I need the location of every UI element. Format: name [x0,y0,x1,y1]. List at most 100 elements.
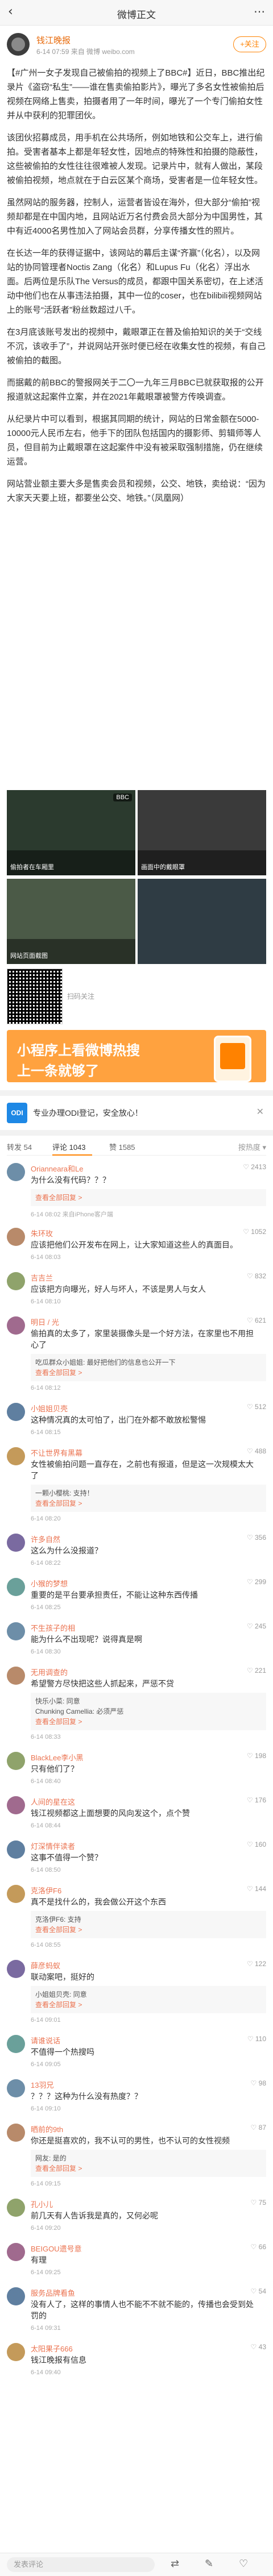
like-count[interactable]: ♡ 245 [247,1622,266,1630]
reply-box[interactable]: 网友: 是的 查看全部回复 > [31,2150,266,2177]
reply-line[interactable]: 吃瓜群众小姐姐: 最好把他们的信息也公开一下 [35,1357,262,1368]
reply-box[interactable]: 小姐姐贝壳: 同意 查看全部回复 > [31,1986,266,2013]
like-count[interactable]: ♡ 87 [251,2124,266,2132]
close-icon[interactable]: ✕ [257,1106,264,1117]
comment-author[interactable]: 灯深情伴读者 [31,1840,75,1851]
like-count[interactable]: ♡ 144 [247,1885,266,1893]
avatar[interactable] [7,2243,25,2261]
avatar[interactable] [7,1447,25,1465]
reply-line[interactable]: 小姐姐贝壳: 同意 [35,1989,262,2000]
like-count[interactable]: ♡ 1052 [243,1228,266,1236]
photo[interactable]: 画面中的戴眼罩 [138,790,266,875]
avatar[interactable] [7,1163,25,1181]
comment-author[interactable]: 不生孩子的相 [31,1622,75,1633]
comment-author[interactable]: 无用调查的 [31,1667,68,1677]
tab-repost[interactable]: 转发 54 [7,1141,32,1152]
view-all-replies-link[interactable]: 查看全部回复 > [35,1925,262,1935]
comment-author[interactable]: Orianneara和Le [31,1163,84,1174]
comment-item[interactable]: BEIGOU遗号意 ♡ 66 有理 6-14 09:25 [7,2243,266,2287]
comment-item[interactable]: 13羽兄 ♡ 98 ？？？这种为什么没有热度？？ 6-14 09:10 [7,2079,266,2124]
follow-button[interactable]: +关注 [233,36,266,52]
avatar[interactable] [7,2079,25,2097]
reply-line[interactable]: 网友: 是的 [35,2153,262,2163]
avatar[interactable] [7,1840,25,1859]
view-all-replies-link[interactable]: 查看全部回复 > [35,1193,262,1203]
view-all-replies-link[interactable]: 查看全部回复 > [35,1498,262,1509]
comment-item[interactable]: 许多自然 ♡ 356 这么为什么没报道？ 6-14 08:22 [7,1534,266,1578]
comment-item[interactable]: Orianneara和Le ♡ 2413 为什么没有代码？？？ 查看全部回复 > 6-1… [7,1163,266,1228]
comment-item[interactable]: 晒前的9th ♡ 87 你还是挺喜欢的，我不认可的男性，也不认可的女性视频 网友: 是… [7,2124,266,2199]
comment-author[interactable]: 太阳果子666 [31,2343,73,2354]
like-count[interactable]: ♡ 198 [247,1752,266,1760]
comment-item[interactable]: 明日 / 光 ♡ 621 偷拍真的太多了，家里装摄像头是一个好方法，在家里也不用担心… [7,1316,266,1403]
comment-author[interactable]: 吉吉兰 [31,1272,53,1283]
like-icon[interactable]: ♡ [239,2558,248,2570]
like-count[interactable]: ♡ 98 [251,2079,266,2087]
avatar[interactable] [7,1228,25,1246]
comment-author[interactable]: 小猴的梦想 [31,1578,68,1589]
avatar[interactable] [7,1667,25,1685]
like-count[interactable]: ♡ 2413 [243,1163,266,1171]
comment-item[interactable]: 人间的星在这 ♡ 176 钱江视频都这上面想要的风向发这个，点个赞 6-14 08:4… [7,1796,266,1840]
like-count[interactable]: ♡ 43 [251,2343,266,2351]
reply-box[interactable]: 一颗小樱桃: 支持！ 查看全部回复 > [31,1485,266,1512]
tab-comment[interactable]: 评论 1043 [52,1141,86,1152]
like-count[interactable]: ♡ 356 [247,1534,266,1542]
reply-box[interactable]: 克洛伊F6: 支持 查看全部回复 > [31,1911,266,1938]
comment-item[interactable]: 不让世界有黑幕 ♡ 488 女性被偷拍问题一直存在，之前也有报道，但是这一次规模太大… [7,1447,266,1534]
avatar[interactable] [7,1534,25,1552]
comment-author[interactable]: 13羽兄 [31,2079,53,2090]
comment-item[interactable]: 克洛伊F6 ♡ 144 真不是找什么的，我会做公开这个东西 克洛伊F6: 支持 查看全部… [7,1885,266,1960]
comment-item[interactable]: 小猴的梦想 ♡ 299 重要的是平台要承担责任，不能让这种东西传播 6-14 08:2… [7,1578,266,1622]
avatar[interactable] [7,1885,25,1903]
comment-author[interactable]: 服务品牌看鱼 [31,2287,75,2298]
ad-card[interactable]: ODI 专业办理ODI登记，安全放心！ ✕ [7,1102,266,1124]
like-count[interactable]: ♡ 66 [251,2243,266,2251]
avatar[interactable] [7,1316,25,1335]
reply-box[interactable]: 快乐小菜: 同意 Chunking Camellia: 必须严惩 查看全部回复 > [31,1693,266,1730]
comment-author[interactable]: 孔小儿 [31,2199,53,2209]
like-count[interactable]: ♡ 621 [247,1316,266,1324]
view-all-replies-link[interactable]: 查看全部回复 > [35,2163,262,2174]
avatar[interactable] [7,1272,25,1290]
like-count[interactable]: ♡ 832 [247,1272,266,1280]
avatar[interactable] [7,2343,25,2361]
comment-author[interactable]: 小姐姐贝壳 [31,1403,68,1414]
comment-author[interactable]: 薛彦蚂蚁 [31,1960,60,1971]
view-all-replies-link[interactable]: 查看全部回复 > [35,1368,262,1378]
comment-author[interactable]: 朱环玫 [31,1228,53,1239]
photo[interactable] [138,879,266,964]
comment-item[interactable]: 朱环玫 ♡ 1052 应该把他们公开发布在网上，让大家知道这些人的真面目。 6-14 … [7,1228,266,1272]
avatar[interactable] [7,2287,25,2305]
like-count[interactable]: ♡ 122 [247,1960,266,1968]
like-count[interactable]: ♡ 54 [251,2287,266,2295]
reply-line[interactable]: Chunking Camellia: 必须严惩 [35,1706,262,1717]
comment-author[interactable]: BlackLee李小黑 [31,1752,83,1763]
comment-item[interactable]: BlackLee李小黑 ♡ 198 只有他们了？ 6-14 08:40 [7,1752,266,1796]
avatar[interactable] [7,1403,25,1421]
view-all-replies-link[interactable]: 查看全部回复 > [35,2000,262,2010]
comment-author[interactable]: 晒前的9th [31,2124,63,2134]
comment-item[interactable]: 无用调查的 ♡ 221 希望警方尽快把这些人抓起来，严惩不贷 快乐小菜: 同意 Chun… [7,1667,266,1752]
like-count[interactable]: ♡ 488 [247,1447,266,1455]
avatar[interactable] [7,1578,25,1596]
avatar[interactable] [7,1752,25,1770]
comment-author[interactable]: BEIGOU遗号意 [31,2243,82,2254]
comment-item[interactable]: 孔小儿 ♡ 75 前几天有人告诉我是真的，又何必呢 6-14 09:20 [7,2199,266,2243]
qr-code[interactable] [7,969,63,1024]
avatar[interactable] [7,1796,25,1814]
avatar[interactable] [7,2199,25,2217]
avatar[interactable] [7,2124,25,2142]
more-icon[interactable]: ⋯ [254,6,265,17]
like-count[interactable]: ♡ 299 [247,1578,266,1586]
comment-icon[interactable]: ✎ [205,2558,213,2570]
comment-item[interactable]: 太阳果子666 ♡ 43 钱江晚报有信息 6-14 09:40 [7,2343,266,2387]
reply-line[interactable]: 克洛伊F6: 支持 [35,1914,262,1925]
author-name[interactable]: 钱江晚报 [36,34,71,46]
like-count[interactable]: ♡ 160 [247,1840,266,1848]
comment-item[interactable]: 请谁说话 ♡ 110 不值得一个热搜吗 6-14 09:05 [7,2035,266,2079]
sort-select[interactable]: 按热度 ▾ [238,1141,266,1152]
like-count[interactable]: ♡ 512 [247,1403,266,1411]
comment-item[interactable]: 小姐姐贝壳 ♡ 512 这种情况真的太可怕了，出门在外都不敢放松警惕 6-14 08:… [7,1403,266,1447]
avatar[interactable] [7,2035,25,2053]
